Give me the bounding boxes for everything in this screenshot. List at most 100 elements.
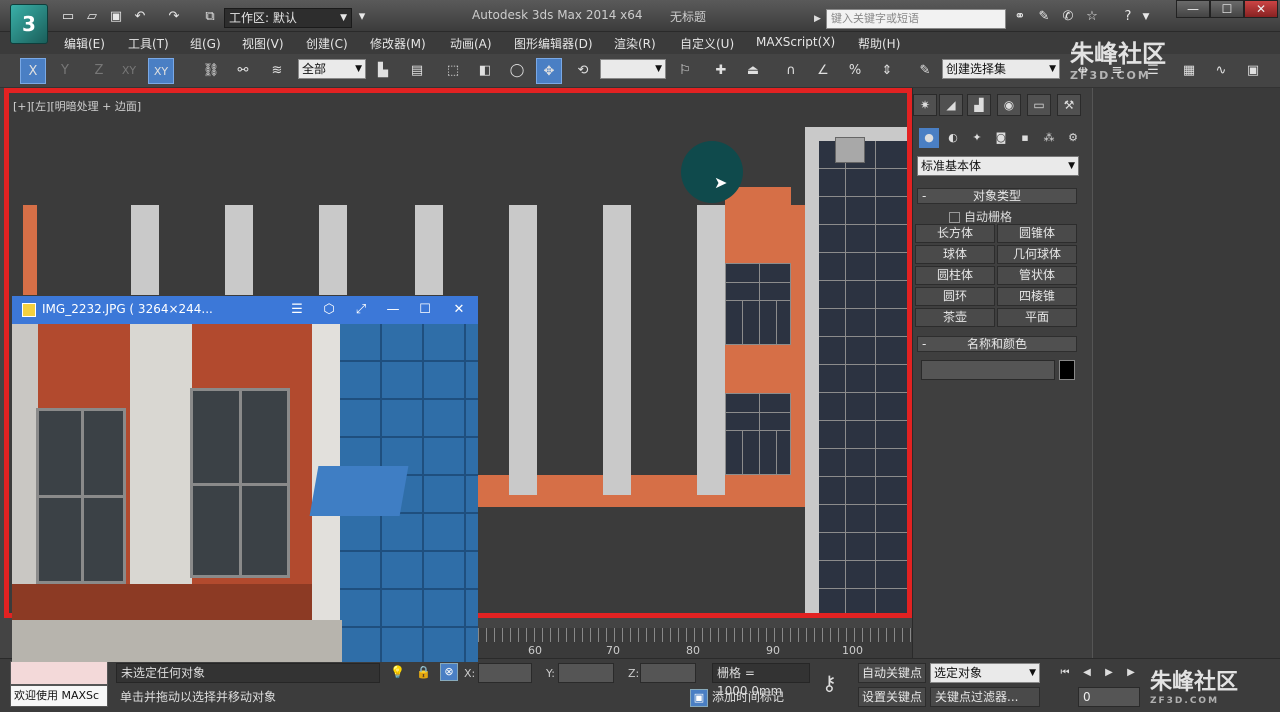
add-time-tag[interactable]: 添加时间标记: [712, 687, 784, 707]
play-icon[interactable]: ▶: [1100, 665, 1118, 681]
geosphere-button[interactable]: 几何球体: [997, 245, 1077, 264]
edit-named-selection-icon[interactable]: ✎: [912, 58, 938, 84]
select-by-name-icon[interactable]: ▤: [404, 58, 430, 84]
angle-snap-icon[interactable]: ∠: [810, 58, 836, 84]
select-move-icon[interactable]: ◯: [504, 58, 530, 84]
curve-editor-icon[interactable]: ∿: [1208, 58, 1234, 84]
create-tab-icon[interactable]: ✷: [913, 94, 937, 116]
sphere-button[interactable]: 球体: [915, 245, 995, 264]
name-color-rollout[interactable]: - 名称和颜色: [917, 336, 1077, 352]
menu-create[interactable]: 创建(C): [306, 35, 348, 52]
utilities-tab-icon[interactable]: ⚒: [1057, 94, 1081, 116]
image-viewer-titlebar[interactable]: IMG_2232.JPG ( 3264×244... ☰ ⬡ ⤢ — ☐ ✕: [12, 296, 478, 324]
menu-icon[interactable]: ☰: [286, 300, 308, 320]
torus-button[interactable]: 圆环: [915, 287, 995, 306]
object-color-swatch[interactable]: [1059, 360, 1075, 380]
schematic-view-icon[interactable]: ▣: [1240, 58, 1266, 84]
object-type-rollout[interactable]: - 对象类型: [917, 188, 1077, 204]
help-dropdown-icon[interactable]: ▼: [1138, 9, 1154, 25]
set-key-button[interactable]: 设置关键点: [858, 687, 926, 707]
motion-tab-icon[interactable]: ◉: [997, 94, 1021, 116]
help-icon[interactable]: ?: [1120, 9, 1136, 25]
image-viewer-window[interactable]: IMG_2232.JPG ( 3264×244... ☰ ⬡ ⤢ — ☐ ✕: [12, 296, 478, 662]
object-name-input[interactable]: [921, 360, 1055, 380]
menu-modifiers[interactable]: 修改器(M): [370, 35, 426, 52]
axis-y-button[interactable]: Y: [52, 58, 78, 84]
hierarchy-tab-icon[interactable]: ▟: [967, 94, 991, 116]
current-frame-input[interactable]: 0: [1078, 687, 1140, 707]
autogrid-checkbox[interactable]: 自动栅格: [949, 208, 1012, 225]
auto-key-button[interactable]: 自动关键点: [858, 663, 926, 683]
time-ruler[interactable]: 60 70 80 90 100: [478, 628, 912, 658]
display-tab-icon[interactable]: ▭: [1027, 94, 1051, 116]
link-icon[interactable]: ⛓: [198, 58, 224, 84]
minimize-icon[interactable]: —: [382, 300, 404, 320]
app-logo-button[interactable]: 3: [10, 4, 48, 44]
time-tag-icon[interactable]: ▣: [690, 689, 708, 707]
menu-edit[interactable]: 编辑(E): [64, 35, 105, 52]
box-button[interactable]: 长方体: [915, 224, 995, 243]
close-button[interactable]: ✕: [1244, 0, 1278, 18]
axis-z-button[interactable]: Z: [86, 58, 112, 84]
rotate-icon[interactable]: ⟲: [570, 58, 596, 84]
lights-icon[interactable]: ✦: [967, 128, 987, 148]
menu-customize[interactable]: 自定义(U): [680, 35, 734, 52]
snap-toggle-icon[interactable]: ∩: [778, 58, 804, 84]
pyramid-button[interactable]: 四棱锥: [997, 287, 1077, 306]
menu-graph-editors[interactable]: 图形编辑器(D): [514, 35, 593, 52]
save-icon[interactable]: ▣: [108, 9, 124, 25]
isolate-icon[interactable]: 💡: [390, 665, 405, 679]
key-mode-dropdown[interactable]: 选定对象 ▼: [930, 663, 1040, 683]
menu-help[interactable]: 帮助(H): [858, 35, 900, 52]
binoculars-icon[interactable]: ⚭: [1012, 9, 1028, 25]
search-expand-icon[interactable]: ▶: [814, 10, 826, 28]
pivot-center-icon[interactable]: ⚐: [672, 58, 698, 84]
close-icon[interactable]: ✕: [448, 300, 470, 320]
go-to-start-icon[interactable]: ⏮: [1056, 665, 1074, 681]
redo-icon[interactable]: ↷: [166, 9, 182, 25]
modify-tab-icon[interactable]: ◢: [939, 94, 963, 116]
absolute-mode-icon[interactable]: ⊗: [440, 663, 458, 681]
cone-button[interactable]: 圆锥体: [997, 224, 1077, 243]
space-warps-icon[interactable]: ⁂: [1039, 128, 1059, 148]
primitive-type-dropdown[interactable]: 标准基本体 ▼: [917, 156, 1079, 176]
ribbon-icon[interactable]: ▦: [1176, 58, 1202, 84]
y-coordinate-input[interactable]: [558, 663, 614, 683]
project-folder-icon[interactable]: ⧉: [202, 9, 218, 25]
z-coordinate-input[interactable]: [640, 663, 696, 683]
fullscreen-icon[interactable]: ⤢: [350, 300, 372, 320]
menu-animation[interactable]: 动画(A): [450, 35, 492, 52]
bind-space-warp-icon[interactable]: ≋: [264, 58, 290, 84]
favorites-star-icon[interactable]: ☆: [1084, 9, 1100, 25]
next-frame-icon[interactable]: ▶: [1122, 665, 1140, 681]
geometry-icon[interactable]: ●: [919, 128, 939, 148]
named-selection-dropdown[interactable]: 创建选择集 ▼: [942, 59, 1060, 79]
menu-group[interactable]: 组(G): [190, 35, 221, 52]
axis-xy-lock-button[interactable]: XY: [148, 58, 174, 84]
undo-icon[interactable]: ↶: [132, 9, 148, 25]
selection-filter-dropdown[interactable]: 全部 ▼: [298, 59, 366, 79]
lock-icon[interactable]: 🔒: [416, 665, 431, 679]
key-filters-button[interactable]: 关键点过滤器...: [930, 687, 1040, 707]
helpers-icon[interactable]: ▪: [1015, 128, 1035, 148]
minimize-button[interactable]: —: [1176, 0, 1210, 18]
set-key-icon[interactable]: ⚷: [822, 671, 837, 695]
pin-icon[interactable]: ⬡: [318, 300, 340, 320]
axis-xy-button[interactable]: XY: [116, 58, 142, 84]
menu-maxscript[interactable]: MAXScript(X): [756, 35, 835, 49]
maxscript-listener-input[interactable]: [10, 661, 108, 685]
cylinder-button[interactable]: 圆柱体: [915, 266, 995, 285]
key-tool-icon[interactable]: ✎: [1036, 9, 1052, 25]
menu-tools[interactable]: 工具(T): [128, 35, 169, 52]
window-crossing-icon[interactable]: ◧: [472, 58, 498, 84]
viewport-label[interactable]: [+][左][明暗处理 + 边面]: [13, 98, 141, 114]
axis-x-button[interactable]: X: [20, 58, 46, 84]
select-object-icon[interactable]: ▙: [370, 58, 396, 84]
teapot-button[interactable]: 茶壶: [915, 308, 995, 327]
menu-rendering[interactable]: 渲染(R): [614, 35, 656, 52]
tube-button[interactable]: 管状体: [997, 266, 1077, 285]
systems-icon[interactable]: ⚙: [1063, 128, 1083, 148]
rectangular-selection-icon[interactable]: ⬚: [440, 58, 466, 84]
select-manipulate-icon[interactable]: ✚: [708, 58, 734, 84]
communication-icon[interactable]: ✆: [1060, 9, 1076, 25]
